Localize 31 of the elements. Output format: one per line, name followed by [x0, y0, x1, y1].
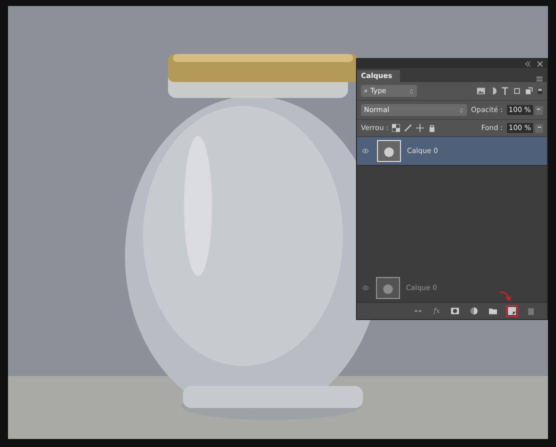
toggle-icon [537, 85, 543, 97]
mask-button[interactable] [449, 305, 461, 317]
eye-icon [361, 285, 370, 291]
eye-icon [361, 148, 370, 154]
caret-icon [536, 108, 542, 112]
collapse-icon [525, 60, 531, 66]
link-icon [414, 307, 422, 315]
spinner-icon [459, 106, 464, 114]
lock-icon [428, 124, 436, 132]
spinner-icon [409, 88, 414, 94]
menu-icon [536, 76, 543, 82]
new-layer-icon [508, 307, 516, 315]
half-circle-icon [489, 87, 497, 95]
new-layer-button[interactable] [506, 305, 518, 317]
close-icon [537, 60, 543, 66]
adjustment-button[interactable] [468, 305, 480, 317]
trash-icon [527, 307, 535, 315]
fill-dropdown[interactable] [535, 124, 543, 132]
caret-icon [536, 126, 542, 130]
mask-icon [451, 307, 459, 315]
half-circle-icon [470, 307, 478, 315]
folder-icon [489, 307, 497, 315]
text-tool-icon [501, 87, 509, 95]
arrow-icon [499, 291, 511, 301]
transform-icon [513, 87, 521, 95]
image-icon [477, 87, 485, 95]
opacity-dropdown[interactable] [534, 106, 543, 114]
brush-icon [404, 124, 412, 132]
checkerboard-icon [392, 124, 400, 132]
smart-object-icon [525, 87, 533, 95]
move-icon [416, 124, 424, 132]
